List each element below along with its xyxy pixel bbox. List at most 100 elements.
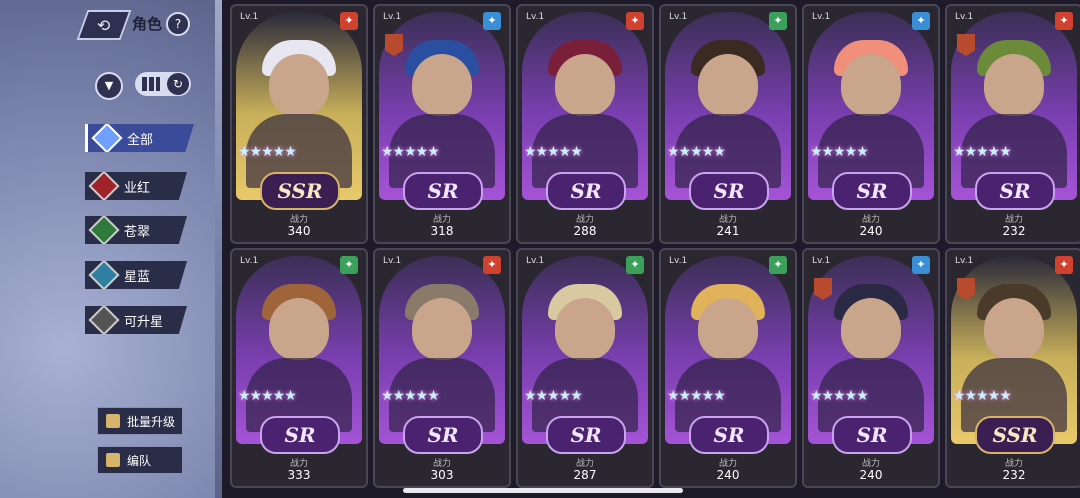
level-label: Lv.1 <box>240 256 259 266</box>
character-portrait <box>269 298 329 360</box>
level-label: Lv.1 <box>383 256 402 266</box>
character-grid: Lv.1 ✦ ★★★★★ SSR 战力 340 Lv.1 ✦ ★★★★★ SR 战力 318 Lv.1 ✦… <box>222 0 1080 498</box>
batch-upgrade-button[interactable]: 批量升级 <box>97 407 183 435</box>
team-icon <box>106 453 120 467</box>
character-card[interactable]: Lv.1 ✦ ★★★★★ SR 战力 241 <box>659 4 797 244</box>
star-rating: ★★★★★ <box>810 144 869 160</box>
star-rating: ★★★★★ <box>953 388 1012 404</box>
power-value: 232 <box>1002 224 1026 238</box>
red-faction-icon <box>88 172 120 200</box>
rarity-badge: SR <box>689 172 769 210</box>
power-value: 241 <box>716 224 740 238</box>
power-value: 287 <box>573 468 597 482</box>
filter-icon[interactable]: ▼ <box>95 72 123 100</box>
character-card[interactable]: Lv.1 ✦ ★★★★★ SR 战力 240 <box>802 248 940 488</box>
rarity-badge: SR <box>403 416 483 454</box>
star-rating: ★★★★★ <box>524 388 583 404</box>
element-icon: ✦ <box>912 256 930 274</box>
tab-label: 全部 <box>127 132 154 148</box>
tab-star-up[interactable]: 可升星 <box>85 306 187 334</box>
star-rating: ★★★★★ <box>381 388 440 404</box>
element-icon: ✦ <box>912 12 930 30</box>
element-icon: ✦ <box>769 256 787 274</box>
sort-cycle-icon[interactable]: ↻ <box>167 73 189 95</box>
character-portrait <box>841 298 901 360</box>
level-label: Lv.1 <box>526 12 545 22</box>
rarity-badge: SR <box>832 416 912 454</box>
character-portrait <box>984 54 1044 116</box>
level-label: Lv.1 <box>383 12 402 22</box>
element-icon: ✦ <box>340 12 358 30</box>
power-value: 288 <box>573 224 597 238</box>
element-icon: ✦ <box>626 12 644 30</box>
character-card[interactable]: Lv.1 ✦ ★★★★★ SR 战力 287 <box>516 248 654 488</box>
upgrade-icon <box>106 414 120 428</box>
view-toggle[interactable]: ↻ <box>135 72 191 96</box>
character-card[interactable]: Lv.1 ✦ ★★★★★ SR 战力 288 <box>516 4 654 244</box>
character-card[interactable]: Lv.1 ✦ ★★★★★ SR 战力 240 <box>802 4 940 244</box>
character-portrait <box>555 54 615 116</box>
tab-blue[interactable]: 星蓝 <box>85 261 187 289</box>
tab-label: 业红 <box>124 180 151 196</box>
character-card[interactable]: Lv.1 ✦ ★★★★★ SR 战力 333 <box>230 248 368 488</box>
power-value: 232 <box>1002 468 1026 482</box>
level-label: Lv.1 <box>526 256 545 266</box>
power-value: 240 <box>859 224 883 238</box>
power-value: 333 <box>287 468 311 482</box>
character-card[interactable]: Lv.1 ✦ ★★★★★ SSR 战力 340 <box>230 4 368 244</box>
help-icon[interactable]: ? <box>166 12 190 36</box>
rarity-badge: SR <box>260 416 340 454</box>
character-card[interactable]: Lv.1 ✦ ★★★★★ SR 战力 303 <box>373 248 511 488</box>
rarity-badge: SR <box>975 172 1055 210</box>
character-card[interactable]: Lv.1 ✦ ★★★★★ SR 战力 240 <box>659 248 797 488</box>
tab-green[interactable]: 苍翠 <box>85 216 187 244</box>
character-portrait <box>841 54 901 116</box>
star-rating: ★★★★★ <box>381 144 440 160</box>
level-label: Lv.1 <box>955 256 974 266</box>
home-indicator <box>403 488 683 493</box>
rarity-badge: SR <box>403 172 483 210</box>
star-up-icon <box>88 306 120 334</box>
back-button[interactable]: ⟲ <box>76 10 132 40</box>
character-portrait <box>698 298 758 360</box>
level-label: Lv.1 <box>812 12 831 22</box>
star-rating: ★★★★★ <box>810 388 869 404</box>
character-portrait <box>412 54 472 116</box>
element-icon: ✦ <box>483 256 501 274</box>
tab-red[interactable]: 业红 <box>85 172 187 200</box>
level-label: Lv.1 <box>669 256 688 266</box>
page-title: 角色 <box>132 15 163 33</box>
back-arrow-icon: ⟲ <box>97 15 111 35</box>
tab-all[interactable]: 全部 <box>85 124 194 152</box>
level-label: Lv.1 <box>669 12 688 22</box>
star-rating: ★★★★★ <box>524 144 583 160</box>
power-value: 340 <box>287 224 311 238</box>
sidebar: ⟲ 角色 ? ▼ ↻ 全部 业红 苍翠 星蓝 可升星 批量升级 编队 <box>0 0 215 498</box>
character-card[interactable]: Lv.1 ✦ ★★★★★ SR 战力 232 <box>945 4 1080 244</box>
grid-view-icon[interactable] <box>142 77 160 91</box>
power-value: 318 <box>430 224 454 238</box>
character-card[interactable]: Lv.1 ✦ ★★★★★ SSR 战力 232 <box>945 248 1080 488</box>
element-icon: ✦ <box>1055 12 1073 30</box>
team-button[interactable]: 编队 <box>97 446 183 474</box>
tab-label: 可升星 <box>124 314 164 330</box>
rarity-badge: SSR <box>975 416 1055 454</box>
star-rating: ★★★★★ <box>238 144 297 160</box>
rarity-badge: SSR <box>260 172 340 210</box>
green-faction-icon <box>88 216 120 244</box>
element-icon: ✦ <box>626 256 644 274</box>
power-value: 303 <box>430 468 454 482</box>
element-icon: ✦ <box>1055 256 1073 274</box>
level-label: Lv.1 <box>812 256 831 266</box>
rarity-badge: SR <box>689 416 769 454</box>
character-portrait <box>269 54 329 116</box>
tab-label: 苍翠 <box>124 224 151 240</box>
element-icon: ✦ <box>483 12 501 30</box>
character-card[interactable]: Lv.1 ✦ ★★★★★ SR 战力 318 <box>373 4 511 244</box>
rarity-badge: SR <box>832 172 912 210</box>
level-label: Lv.1 <box>955 12 974 22</box>
blue-faction-icon <box>88 261 120 289</box>
character-portrait <box>412 298 472 360</box>
rarity-badge: SR <box>546 172 626 210</box>
element-icon: ✦ <box>340 256 358 274</box>
